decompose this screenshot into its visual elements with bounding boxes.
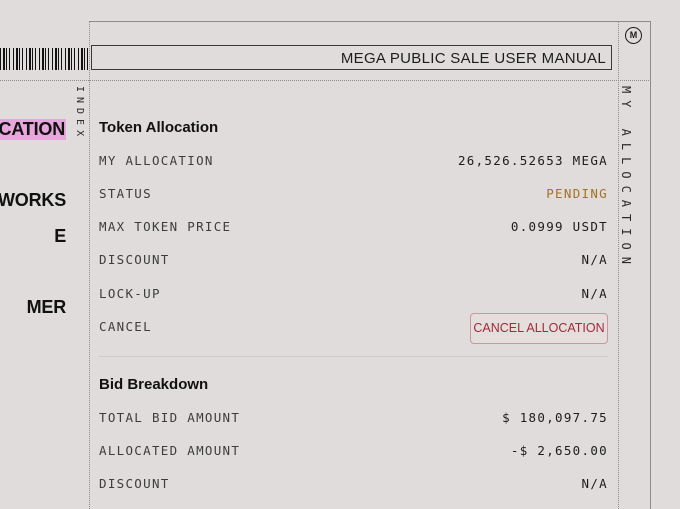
logo-icon[interactable]: M xyxy=(625,27,642,44)
discount-label: DISCOUNT xyxy=(99,252,170,267)
lock-up-label: LOCK-UP xyxy=(99,286,161,301)
header-divider xyxy=(0,80,651,81)
index-label[interactable]: INDEX xyxy=(74,86,85,141)
top-border xyxy=(90,21,650,22)
page-title: MEGA PUBLIC SALE USER MANUAL xyxy=(340,50,606,67)
header-title-box: MEGA PUBLIC SALE USER MANUAL xyxy=(91,45,612,70)
cancel-label: CANCEL xyxy=(99,319,152,334)
token-allocation-title: Token Allocation xyxy=(99,119,219,136)
status-badge: PENDING xyxy=(546,186,608,201)
bid-breakdown-title: Bid Breakdown xyxy=(99,376,209,393)
total-bid-amount-value: $ 180,097.75 xyxy=(502,410,608,425)
barcode-graphic xyxy=(0,48,88,70)
max-token-price-label: MAX TOKEN PRICE xyxy=(99,219,232,234)
nav-item-allocation[interactable]: OCATION xyxy=(0,119,66,140)
bid-discount-label: DISCOUNT xyxy=(99,476,170,491)
bid-discount-value: N/A xyxy=(581,476,608,491)
allocated-amount-label: ALLOCATED AMOUNT xyxy=(99,443,241,458)
max-token-price-value: 0.0999 USDT xyxy=(510,219,608,234)
nav-item-disclaimer[interactable]: MER xyxy=(27,297,67,318)
right-border xyxy=(650,21,651,509)
left-column-divider xyxy=(89,21,90,509)
status-label: STATUS xyxy=(99,186,152,201)
my-allocation-value: 26,526.52653 MEGA xyxy=(457,153,608,168)
total-bid-amount-label: TOTAL BID AMOUNT xyxy=(99,410,241,425)
cancel-allocation-button[interactable]: CANCEL ALLOCATION xyxy=(470,313,608,344)
allocated-amount-value: -$ 2,650.00 xyxy=(510,443,608,458)
nav-item-how-it-works[interactable]: WORKS xyxy=(0,190,66,211)
lock-up-value: N/A xyxy=(581,286,608,301)
discount-value: N/A xyxy=(581,252,608,267)
section-divider xyxy=(99,356,608,357)
nav-item-e[interactable]: E xyxy=(54,226,66,247)
my-allocation-side-label: MY ALLOCATION xyxy=(619,86,633,271)
my-allocation-label: MY ALLOCATION xyxy=(99,153,214,168)
page: MEGA PUBLIC SALE USER MANUAL M INDEX MY … xyxy=(0,0,680,509)
